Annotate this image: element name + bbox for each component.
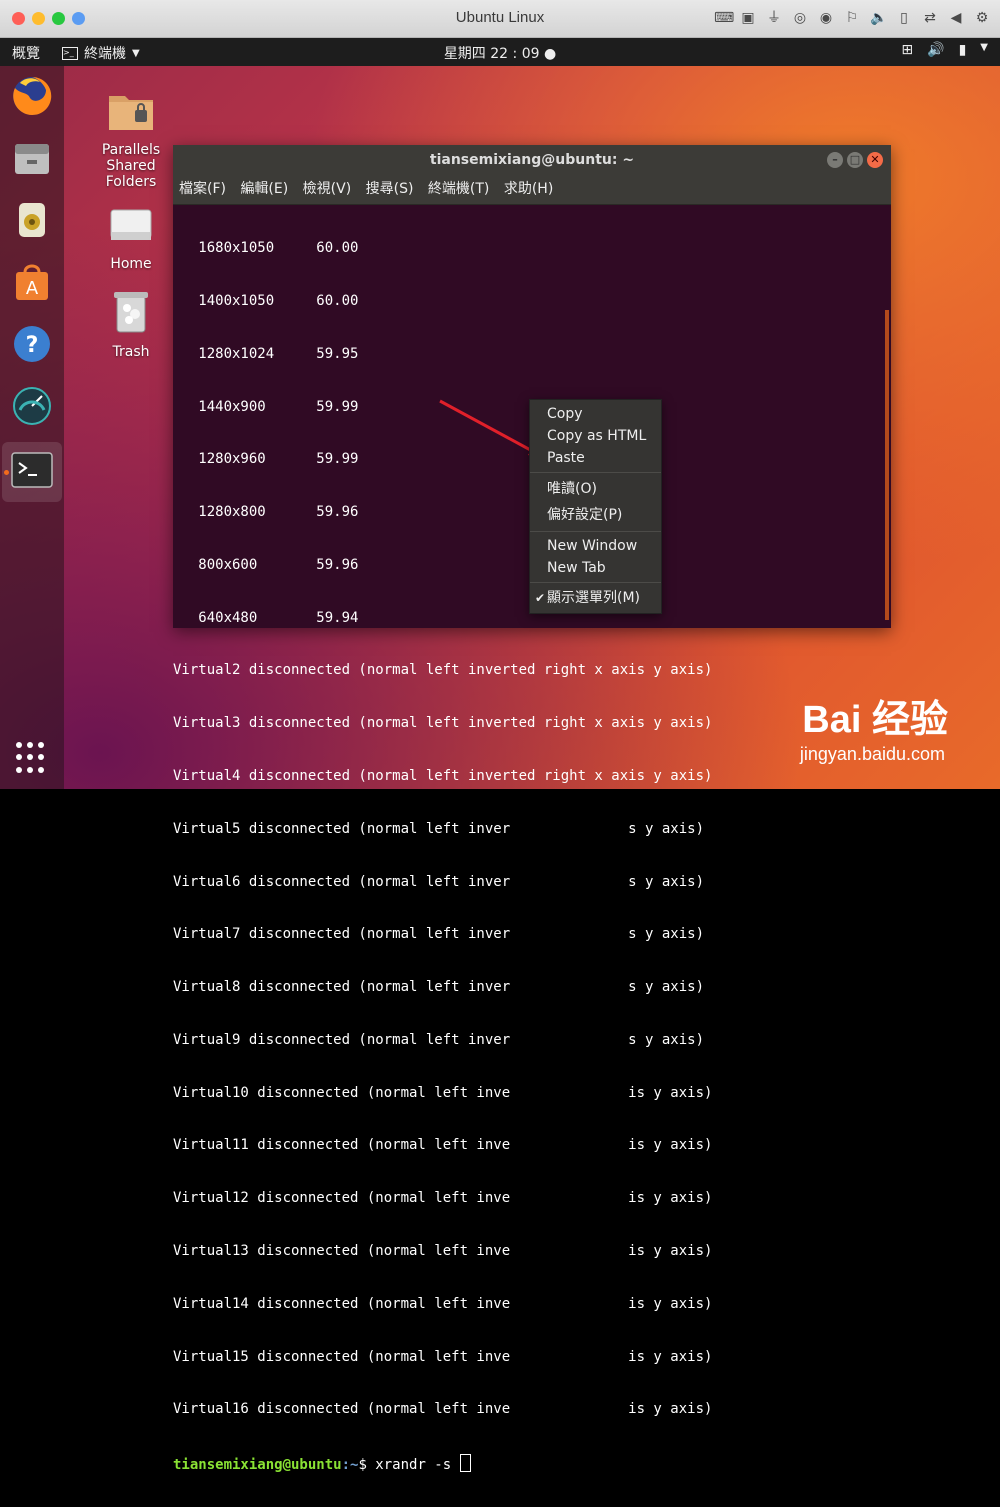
terminal-titlebar[interactable]: tiansemixiang@ubuntu: ~ – □ ✕ [173,145,891,175]
terminal-line: Virtual6 disconnected (normal left inver… [173,873,705,890]
ubuntu-topbar: 概覽 >_ 終端機 ▼ 星期四 22 : 09 ● ⊞ 🔊 ▮ ▼ [0,38,1000,66]
menu-edit[interactable]: 編輯(E) [240,181,288,197]
terminal-line: Virtual15 disconnected (normal left inve… [173,1348,713,1365]
terminal-line: Virtual3 disconnected (normal left inver… [173,715,713,732]
menu-help[interactable]: 求助(H) [504,181,553,197]
menu-separator [530,472,661,473]
keyboard-icon[interactable]: ⌨ [714,9,734,27]
desktop-icon-label: Shared [106,158,156,174]
terminal-line: Virtual14 disconnected (normal left inve… [173,1295,713,1312]
desktop-icon-home[interactable]: Home [86,206,176,272]
clock-label: 星期四 22 : 09 [443,46,540,62]
triangle-left-icon[interactable]: ◀ [948,9,964,27]
terminal-line: Virtual10 disconnected (normal left inve… [173,1084,713,1101]
terminal-line: Virtual12 disconnected (normal left inve… [173,1190,713,1207]
terminal-line: Virtual13 disconnected (normal left inve… [173,1243,713,1260]
notification-dot-icon: ● [543,46,557,62]
dock-running-indicator [4,470,9,475]
software-icon[interactable]: A [10,260,54,304]
desktop-icon-label: Parallels [101,142,161,158]
terminal-line: 1400x1050 60.00 [173,292,359,309]
network-icon: ⊞ [901,42,914,58]
terminal-line: Virtual5 disconnected (normal left inver… [173,820,705,837]
trash-icon [86,288,176,338]
baidu-watermark-logo: Bai 经验 [802,699,948,741]
terminal-line: Virtual2 disconnected (normal left inver… [173,662,713,679]
menu-item-paste[interactable]: Paste [530,447,661,469]
menu-view[interactable]: 檢視(V) [303,181,352,197]
svg-text:A: A [26,278,39,299]
show-applications-button[interactable] [16,742,48,774]
network-icon[interactable]: ⇄ [922,9,938,27]
checkmark-icon: ✔ [535,591,546,605]
cd2-icon[interactable]: ◉ [818,9,834,27]
firefox-icon[interactable] [10,74,54,118]
context-menu: Copy Copy as HTML Paste 唯讀(O) 偏好設定(P) Ne… [529,399,662,614]
terminal-title: tiansemixiang@ubuntu: ~ [429,152,635,168]
menu-item-read-only[interactable]: 唯讀(O) [530,476,661,502]
menu-item-copy-as-html[interactable]: Copy as HTML [530,425,661,447]
terminal-icon[interactable] [10,448,54,492]
shared-folder-icon[interactable]: ⚐ [844,9,860,27]
terminal-prompt-line: tiansemixiang@ubuntu:~$ xrandr -s [173,1454,891,1474]
phone-icon[interactable]: ▯ [896,9,912,27]
svg-text:?: ? [26,333,39,358]
menu-search[interactable]: 搜尋(S) [366,181,414,197]
cd-icon[interactable]: ◎ [792,9,808,27]
prompt-user: tiansemixiang@ubuntu [173,1457,342,1474]
dock: A ? [0,66,64,789]
prompt-path: :~ [341,1457,359,1474]
minimize-icon[interactable]: – [827,152,843,168]
cpu-icon[interactable]: ▣ [740,9,756,27]
terminal-menubar: 檔案(F) 編輯(E) 檢視(V) 搜尋(S) 終端機(T) 求助(H) [173,175,891,205]
menu-item-copy[interactable]: Copy [530,403,661,425]
menu-item-preferences[interactable]: 偏好設定(P) [530,502,661,528]
host-titlebar: Ubuntu Linux ⌨ ▣ ⏚ ◎ ◉ ⚐ 🔈 ▯ ⇄ ◀ ⚙ [0,0,1000,38]
terminal-scrollbar[interactable] [885,310,889,620]
host-toolbar: ⌨ ▣ ⏚ ◎ ◉ ⚐ 🔈 ▯ ⇄ ◀ ⚙ [714,9,990,27]
terminal-line: Virtual8 disconnected (normal left inver… [173,979,705,996]
menu-item-label: 顯示選單列(M) [547,590,641,606]
terminal-line: Virtual7 disconnected (normal left inver… [173,926,705,943]
usb-icon[interactable]: ⏚ [766,9,782,27]
text-cursor [459,1454,471,1473]
desktop-icon-trash[interactable]: Trash [86,288,176,360]
terminal-line: 1680x1050 60.00 [173,240,359,257]
desktop-icon-label: Home [110,256,152,272]
gear-icon[interactable]: ⚙ [974,9,990,27]
terminal-line: Virtual4 disconnected (normal left inver… [173,768,713,784]
rhythmbox-icon[interactable] [10,198,54,242]
terminal-line: Virtual9 disconnected (normal left inver… [173,1031,705,1048]
menu-file[interactable]: 檔案(F) [179,181,226,197]
shared-folder-icon [86,88,176,136]
maximize-icon[interactable]: □ [847,152,863,168]
baidu-watermark-url: jingyan.baidu.com [799,744,945,764]
prompt-command: $ xrandr -s [358,1457,460,1474]
terminal-line: Virtual16 disconnected (normal left inve… [173,1401,713,1418]
terminal-line: Virtual11 disconnected (normal left inve… [173,1137,713,1154]
menu-item-new-window[interactable]: New Window [530,535,661,557]
desktop-icon-parallels-shared-folders[interactable]: Parallels Shared Folders [86,88,176,190]
speaker-icon[interactable]: 🔈 [870,9,887,27]
menu-item-new-tab[interactable]: New Tab [530,557,661,579]
close-icon[interactable]: ✕ [867,152,883,168]
desktop-icon-label: Trash [112,344,150,360]
stacer-icon[interactable] [10,384,54,428]
volume-icon: 🔊 [927,42,945,58]
help-icon[interactable]: ? [10,322,54,366]
menu-separator [530,531,661,532]
menu-item-show-menubar[interactable]: ✔ 顯示選單列(M) [530,586,661,610]
terminal-line: 1280x1024 59.95 [173,345,359,362]
menu-separator [530,582,661,583]
system-tray[interactable]: ⊞ 🔊 ▮ ▼ [901,42,988,58]
menu-terminal[interactable]: 終端機(T) [428,181,489,197]
clock[interactable]: 星期四 22 : 09 ● [0,43,1000,63]
power-dropdown-icon: ▼ [980,42,988,53]
desktop-icon-label: Folders [105,174,157,190]
battery-icon: ▮ [958,42,967,58]
drive-icon [86,206,176,250]
files-icon[interactable] [10,136,54,180]
